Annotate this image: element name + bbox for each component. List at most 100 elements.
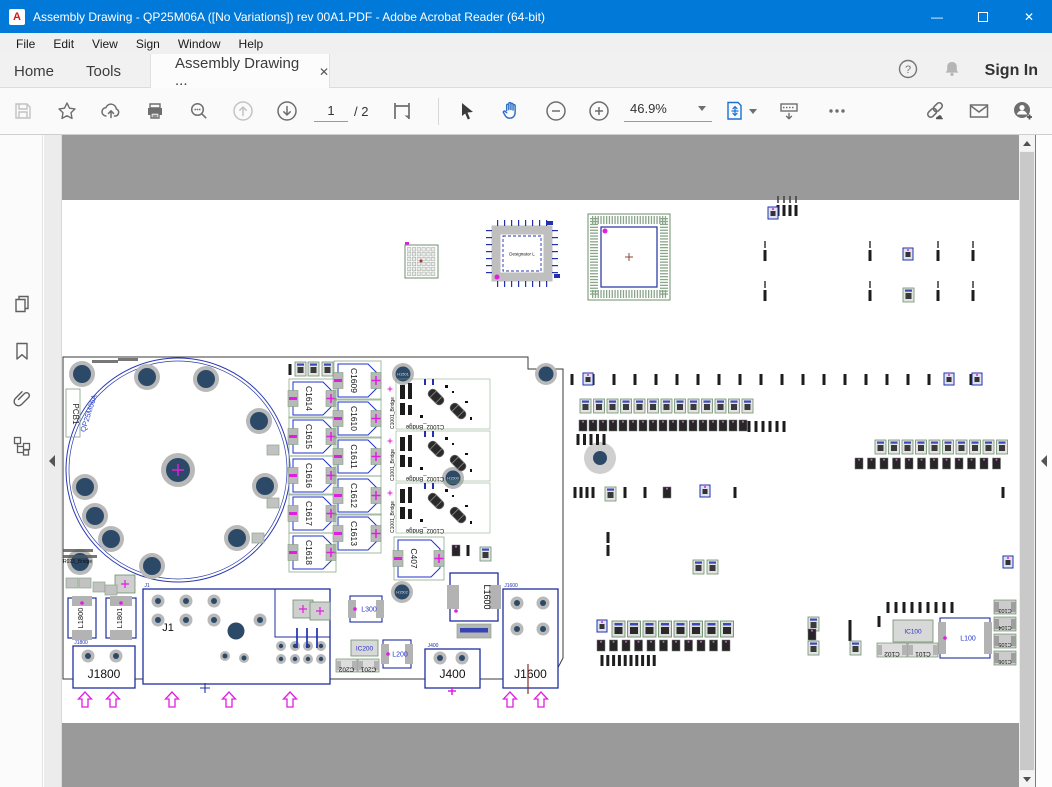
notifications-bell-icon[interactable] bbox=[941, 58, 963, 85]
upload-cloud-button[interactable] bbox=[94, 94, 128, 128]
tab-document[interactable]: Assembly Drawing ... ✕ bbox=[150, 54, 330, 89]
navigation-sidebar bbox=[0, 135, 43, 787]
svg-text:L1801: L1801 bbox=[115, 608, 124, 629]
maximize-button[interactable] bbox=[960, 0, 1006, 33]
svg-text:J1: J1 bbox=[144, 583, 150, 589]
save-button[interactable] bbox=[6, 94, 40, 128]
expand-right-pane-handle[interactable] bbox=[1041, 455, 1047, 467]
menu-bar: File Edit View Sign Window Help bbox=[0, 33, 1052, 54]
previous-page-button[interactable] bbox=[226, 94, 260, 128]
help-icon[interactable]: ? bbox=[897, 58, 919, 85]
svg-text:C1002_Bridge: C1002_Bridge bbox=[405, 527, 444, 533]
svg-text:C105: C105 bbox=[998, 641, 1011, 647]
collapse-left-pane-handle[interactable] bbox=[49, 455, 55, 467]
svg-text:C1001_Bridge: C1001_Bridge bbox=[390, 501, 396, 533]
document-tab-label: Assembly Drawing ... bbox=[175, 55, 305, 89]
svg-text:L100: L100 bbox=[960, 636, 976, 643]
svg-text:C1616: C1616 bbox=[304, 463, 314, 488]
svg-text:C104: C104 bbox=[998, 624, 1011, 630]
svg-text:C1609: C1609 bbox=[349, 368, 359, 393]
zoom-level-control[interactable]: 46.9% bbox=[624, 96, 712, 122]
svg-text:C103: C103 bbox=[998, 607, 1011, 613]
toolbar-separator bbox=[438, 98, 439, 125]
svg-text:C1614: C1614 bbox=[304, 386, 314, 411]
svg-text:H1500: H1500 bbox=[447, 476, 460, 481]
document-viewport[interactable]: L1500H1501H1500H1502PCB1QP25M06ARev. AR0… bbox=[62, 135, 1019, 787]
share-link-button[interactable] bbox=[918, 94, 952, 128]
svg-text:R023_Bridge: R023_Bridge bbox=[63, 559, 92, 565]
svg-text:C1618: C1618 bbox=[304, 540, 314, 565]
menu-help[interactable]: Help bbox=[230, 35, 273, 53]
svg-text:J1800: J1800 bbox=[88, 667, 121, 681]
layers-icon[interactable] bbox=[5, 428, 38, 461]
sign-in-avatar-button[interactable] bbox=[1006, 94, 1040, 128]
acrobat-app-icon: A bbox=[9, 9, 25, 25]
svg-text:C407: C407 bbox=[409, 548, 419, 569]
svg-text:J400: J400 bbox=[428, 643, 439, 649]
scroll-up-button[interactable] bbox=[1019, 135, 1035, 151]
menu-file[interactable]: File bbox=[7, 35, 44, 53]
svg-text:C1001_Bridge: C1001_Bridge bbox=[390, 449, 396, 481]
scrollbar-thumb[interactable] bbox=[1020, 152, 1034, 770]
sign-in-button[interactable]: Sign In bbox=[985, 62, 1038, 80]
search-button[interactable] bbox=[182, 94, 216, 128]
tab-tools[interactable]: Tools bbox=[86, 54, 136, 88]
menu-view[interactable]: View bbox=[83, 35, 127, 53]
page-view-button[interactable] bbox=[385, 94, 419, 128]
attachments-icon[interactable] bbox=[5, 381, 38, 414]
read-mode-button[interactable] bbox=[772, 94, 806, 128]
acrobat-window: A Assembly Drawing - QP25M06A ([No Varia… bbox=[0, 0, 1052, 787]
main-toolbar: / 2 46.9% bbox=[0, 88, 1052, 135]
svg-text:C1613: C1613 bbox=[349, 521, 359, 546]
svg-text:C106: C106 bbox=[998, 658, 1011, 664]
hand-tool-button[interactable] bbox=[494, 94, 528, 128]
svg-text:C1612: C1612 bbox=[349, 483, 359, 508]
vertical-scrollbar[interactable] bbox=[1019, 135, 1035, 787]
tab-home[interactable]: Home bbox=[14, 54, 74, 88]
print-button[interactable] bbox=[138, 94, 172, 128]
svg-text:C1615: C1615 bbox=[304, 424, 314, 449]
svg-text:C1610: C1610 bbox=[349, 406, 359, 431]
email-button[interactable] bbox=[962, 94, 996, 128]
menu-sign[interactable]: Sign bbox=[127, 35, 169, 53]
svg-text:C1002_Bridge: C1002_Bridge bbox=[405, 423, 444, 429]
maximize-icon bbox=[978, 12, 988, 22]
right-pane-strip bbox=[1035, 135, 1052, 787]
left-pane-strip bbox=[44, 135, 62, 787]
svg-text:C1001_Bridge: C1001_Bridge bbox=[390, 397, 396, 429]
svg-text:L200: L200 bbox=[392, 652, 408, 659]
svg-text:H1501: H1501 bbox=[397, 372, 410, 377]
title-bar: A Assembly Drawing - QP25M06A ([No Varia… bbox=[0, 0, 1052, 33]
more-tools-button[interactable] bbox=[820, 94, 854, 128]
fit-page-caret-icon bbox=[749, 109, 757, 114]
svg-text:H1502: H1502 bbox=[396, 590, 409, 595]
next-page-button[interactable] bbox=[270, 94, 304, 128]
svg-text:IC200: IC200 bbox=[356, 646, 374, 653]
svg-text:J1: J1 bbox=[162, 622, 174, 634]
svg-text:Designator L: Designator L bbox=[509, 252, 535, 257]
tab-close-icon[interactable]: ✕ bbox=[319, 65, 329, 79]
scroll-down-button[interactable] bbox=[1019, 771, 1035, 787]
zoom-level-value: 46.9% bbox=[630, 101, 667, 116]
svg-text:J400: J400 bbox=[439, 667, 465, 681]
zoom-out-button[interactable] bbox=[539, 94, 573, 128]
menu-window[interactable]: Window bbox=[169, 35, 230, 53]
window-title: Assembly Drawing - QP25M06A ([No Variati… bbox=[33, 10, 545, 24]
svg-text:PCB1: PCB1 bbox=[71, 404, 80, 425]
svg-text:C1002_Bridge: C1002_Bridge bbox=[405, 475, 444, 481]
zoom-caret-icon bbox=[698, 106, 706, 111]
fit-page-button[interactable] bbox=[720, 94, 760, 128]
svg-text:C102: C102 bbox=[884, 650, 900, 657]
menu-edit[interactable]: Edit bbox=[44, 35, 83, 53]
svg-text:L1800: L1800 bbox=[76, 608, 85, 629]
select-tool-button[interactable] bbox=[450, 94, 484, 128]
zoom-in-button[interactable] bbox=[582, 94, 616, 128]
close-button[interactable]: ✕ bbox=[1006, 0, 1052, 33]
minimize-button[interactable]: — bbox=[914, 0, 960, 33]
tab-bar: Home Tools Assembly Drawing ... ✕ ? Sign… bbox=[0, 54, 1052, 88]
page-thumbnails-icon[interactable] bbox=[5, 287, 38, 320]
svg-text:J1600: J1600 bbox=[514, 667, 547, 681]
bookmarks-icon[interactable] bbox=[5, 334, 38, 367]
star-button[interactable] bbox=[50, 94, 84, 128]
page-number-input[interactable] bbox=[314, 100, 348, 122]
